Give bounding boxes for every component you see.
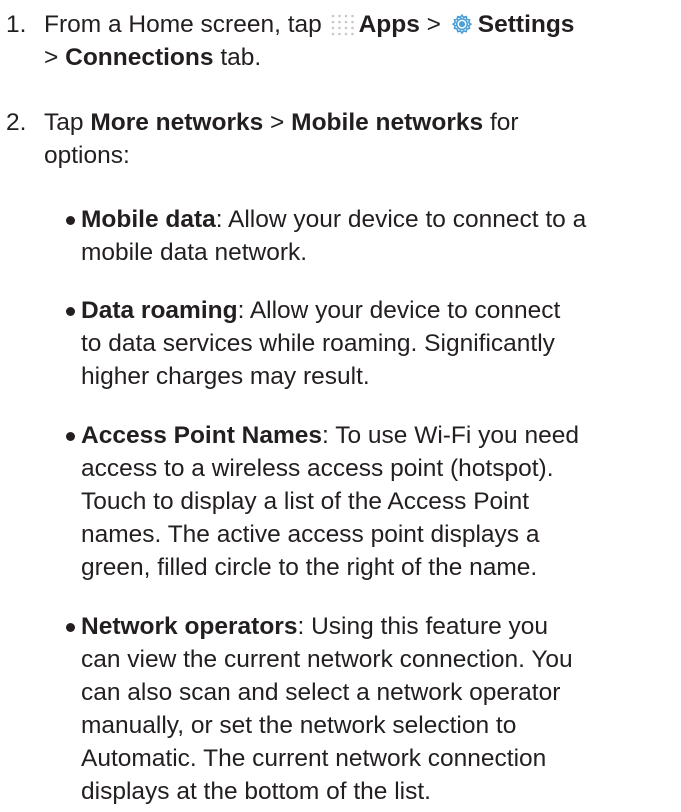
bullet-term: Mobile data	[81, 206, 216, 233]
separator: >	[270, 109, 285, 136]
bullet-line: displays at the bottom of the list.	[81, 778, 431, 805]
step-number: 1.	[6, 11, 27, 38]
bullet-line: can view the current network connection.…	[81, 646, 573, 673]
step-text-segment: options:	[44, 142, 130, 169]
step-line: From a Home screen, tap Apps > Settings	[44, 8, 676, 41]
bullet-line: higher charges may result.	[81, 363, 370, 390]
step-line: options:	[44, 139, 676, 172]
separator: >	[44, 44, 59, 71]
bullet-line-text: : Allow your device to connect to a	[215, 206, 587, 233]
step-text: Tap More networks > Mobile networks for …	[44, 106, 676, 172]
step-number: 2.	[6, 109, 27, 136]
step-text-segment: for	[489, 109, 519, 136]
bullet-line: manually, or set the network selection t…	[81, 712, 517, 739]
bullet-line: green, filled circle to the right of the…	[81, 554, 538, 581]
bullet-dot	[66, 623, 75, 632]
step-text-segment: Tap	[44, 109, 84, 136]
settings-label: Settings	[477, 11, 575, 38]
bullet-line: Access Point Names: To use Wi-Fi you nee…	[81, 419, 679, 452]
settings-gear-icon	[451, 13, 473, 35]
bullet-line: Automatic. The current network connectio…	[81, 745, 547, 772]
separator: >	[426, 11, 441, 38]
bullet-line: Mobile data: Allow your device to connec…	[81, 203, 679, 236]
bullet-dot	[66, 432, 75, 441]
bullet-line: mobile data network.	[81, 239, 308, 266]
bullet-text: Data roaming: Allow your device to conne…	[81, 294, 679, 393]
bullet-text: Network operators: Using this feature yo…	[81, 610, 679, 808]
bullet-line: Touch to display a list of the Access Po…	[81, 488, 530, 515]
step-text-segment: From a Home screen, tap	[44, 11, 322, 38]
bullet-line: access to a wireless access point (hotsp…	[81, 455, 554, 482]
bullet-term: Data roaming	[81, 297, 238, 324]
bullet-line: names. The active access point displays …	[81, 521, 540, 548]
bullet-line-text: : Allow your device to connect	[237, 297, 561, 324]
bullet-line: Network operators: Using this feature yo…	[81, 610, 679, 643]
bullet-text: Mobile data: Allow your device to connec…	[81, 203, 679, 269]
apps-grid-icon	[331, 14, 354, 36]
apps-label: Apps	[358, 11, 420, 38]
step-line: > Connections tab.	[44, 41, 676, 74]
mobile-networks-label: Mobile networks	[291, 109, 484, 136]
bullet-dot	[66, 216, 75, 225]
bullet-dot	[66, 307, 75, 316]
bullet-term: Network operators	[81, 613, 298, 640]
bullet-line-text: : To use Wi-Fi you need	[322, 422, 579, 449]
bullet-text: Access Point Names: To use Wi-Fi you nee…	[81, 419, 679, 584]
step-line: Tap More networks > Mobile networks for	[44, 106, 676, 139]
bullet-line-text: : Using this feature you	[297, 613, 549, 640]
connections-label: Connections	[65, 44, 214, 71]
bullet-line: to data services while roaming. Signific…	[81, 330, 555, 357]
step-text: From a Home screen, tap Apps > Settings …	[44, 8, 676, 74]
bullet-line: can also scan and select a network opera…	[81, 679, 561, 706]
step-text-segment: tab.	[220, 44, 262, 71]
bullet-term: Access Point Names	[81, 422, 323, 449]
more-networks-label: More networks	[90, 109, 264, 136]
bullet-line: Data roaming: Allow your device to conne…	[81, 294, 679, 327]
